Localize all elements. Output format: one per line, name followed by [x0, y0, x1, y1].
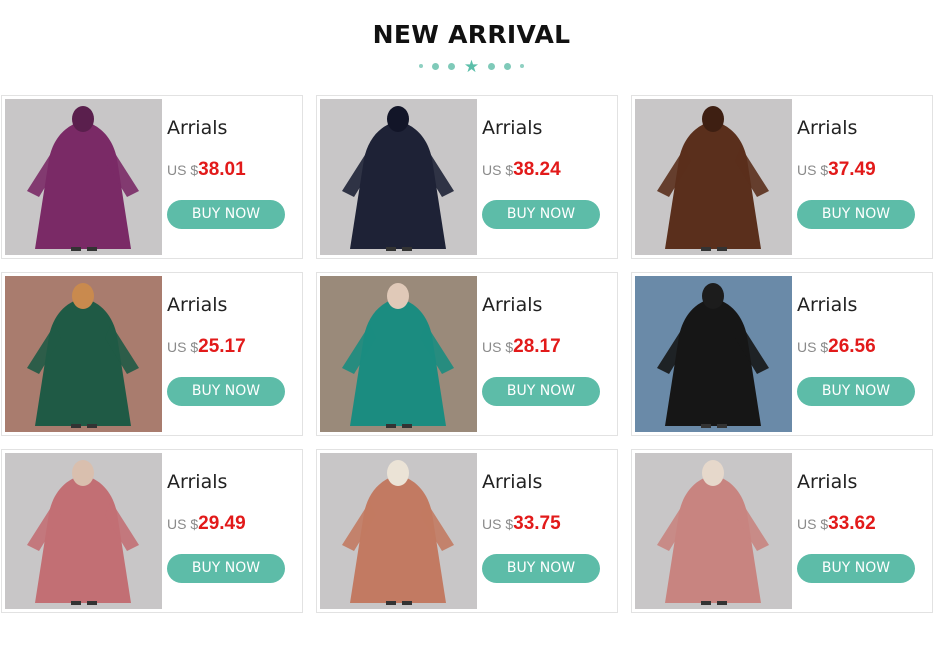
dress-illustration: [342, 283, 454, 428]
price-amount: 37.49: [828, 159, 876, 180]
buy-now-button[interactable]: BUY NOW: [482, 554, 600, 583]
dress-illustration: [342, 460, 454, 605]
product-card[interactable]: Arrials US $37.49 BUY NOW: [631, 95, 933, 259]
product-price: US $38.24: [482, 159, 561, 181]
product-name[interactable]: Arrials: [482, 294, 542, 316]
product-grid: Arrials US $38.01 BUY NOW Arrials US $38…: [0, 0, 943, 651]
product-price: US $25.17: [167, 336, 246, 358]
dress-illustration: [657, 460, 769, 605]
product-name[interactable]: Arrials: [797, 471, 857, 493]
price-currency: US $: [167, 339, 199, 355]
product-name[interactable]: Arrials: [167, 471, 227, 493]
product-price: US $37.49: [797, 159, 876, 181]
buy-now-button[interactable]: BUY NOW: [482, 200, 600, 229]
dress-illustration: [657, 283, 769, 428]
product-price: US $33.62: [797, 513, 876, 535]
dress-illustration: [27, 106, 139, 251]
product-name[interactable]: Arrials: [797, 294, 857, 316]
price-amount: 29.49: [198, 513, 246, 534]
price-currency: US $: [167, 162, 199, 178]
product-photo[interactable]: [5, 99, 162, 255]
product-photo[interactable]: [320, 276, 477, 432]
product-card[interactable]: Arrials US $38.24 BUY NOW: [316, 95, 618, 259]
dress-illustration: [27, 460, 139, 605]
product-price: US $38.01: [167, 159, 246, 181]
product-card[interactable]: Arrials US $38.01 BUY NOW: [1, 95, 303, 259]
product-card[interactable]: Arrials US $28.17 BUY NOW: [316, 272, 618, 436]
buy-now-button[interactable]: BUY NOW: [797, 377, 915, 406]
price-amount: 28.17: [513, 336, 561, 357]
buy-now-button[interactable]: BUY NOW: [482, 377, 600, 406]
product-card[interactable]: Arrials US $25.17 BUY NOW: [1, 272, 303, 436]
product-name[interactable]: Arrials: [167, 117, 227, 139]
buy-now-button[interactable]: BUY NOW: [797, 554, 915, 583]
product-card[interactable]: Arrials US $26.56 BUY NOW: [631, 272, 933, 436]
product-photo[interactable]: [320, 453, 477, 609]
buy-now-button[interactable]: BUY NOW: [167, 377, 285, 406]
product-card[interactable]: Arrials US $33.62 BUY NOW: [631, 449, 933, 613]
price-currency: US $: [797, 339, 829, 355]
dress-illustration: [342, 106, 454, 251]
dress-illustration: [657, 106, 769, 251]
price-amount: 33.62: [828, 513, 876, 534]
product-photo[interactable]: [320, 99, 477, 255]
product-photo[interactable]: [5, 276, 162, 432]
product-photo[interactable]: [635, 276, 792, 432]
price-currency: US $: [482, 339, 514, 355]
price-currency: US $: [797, 162, 829, 178]
product-price: US $28.17: [482, 336, 561, 358]
product-price: US $33.75: [482, 513, 561, 535]
price-amount: 33.75: [513, 513, 561, 534]
buy-now-button[interactable]: BUY NOW: [167, 200, 285, 229]
dress-illustration: [27, 283, 139, 428]
product-card[interactable]: Arrials US $33.75 BUY NOW: [316, 449, 618, 613]
product-photo[interactable]: [635, 453, 792, 609]
buy-now-button[interactable]: BUY NOW: [797, 200, 915, 229]
product-name[interactable]: Arrials: [482, 471, 542, 493]
price-currency: US $: [482, 516, 514, 532]
price-currency: US $: [482, 162, 514, 178]
product-name[interactable]: Arrials: [167, 294, 227, 316]
buy-now-button[interactable]: BUY NOW: [167, 554, 285, 583]
product-card[interactable]: Arrials US $29.49 BUY NOW: [1, 449, 303, 613]
price-amount: 26.56: [828, 336, 876, 357]
product-name[interactable]: Arrials: [797, 117, 857, 139]
price-amount: 38.01: [198, 159, 246, 180]
product-photo[interactable]: [635, 99, 792, 255]
price-currency: US $: [797, 516, 829, 532]
product-name[interactable]: Arrials: [482, 117, 542, 139]
price-amount: 25.17: [198, 336, 246, 357]
price-currency: US $: [167, 516, 199, 532]
product-price: US $26.56: [797, 336, 876, 358]
price-amount: 38.24: [513, 159, 561, 180]
product-price: US $29.49: [167, 513, 246, 535]
product-photo[interactable]: [5, 453, 162, 609]
